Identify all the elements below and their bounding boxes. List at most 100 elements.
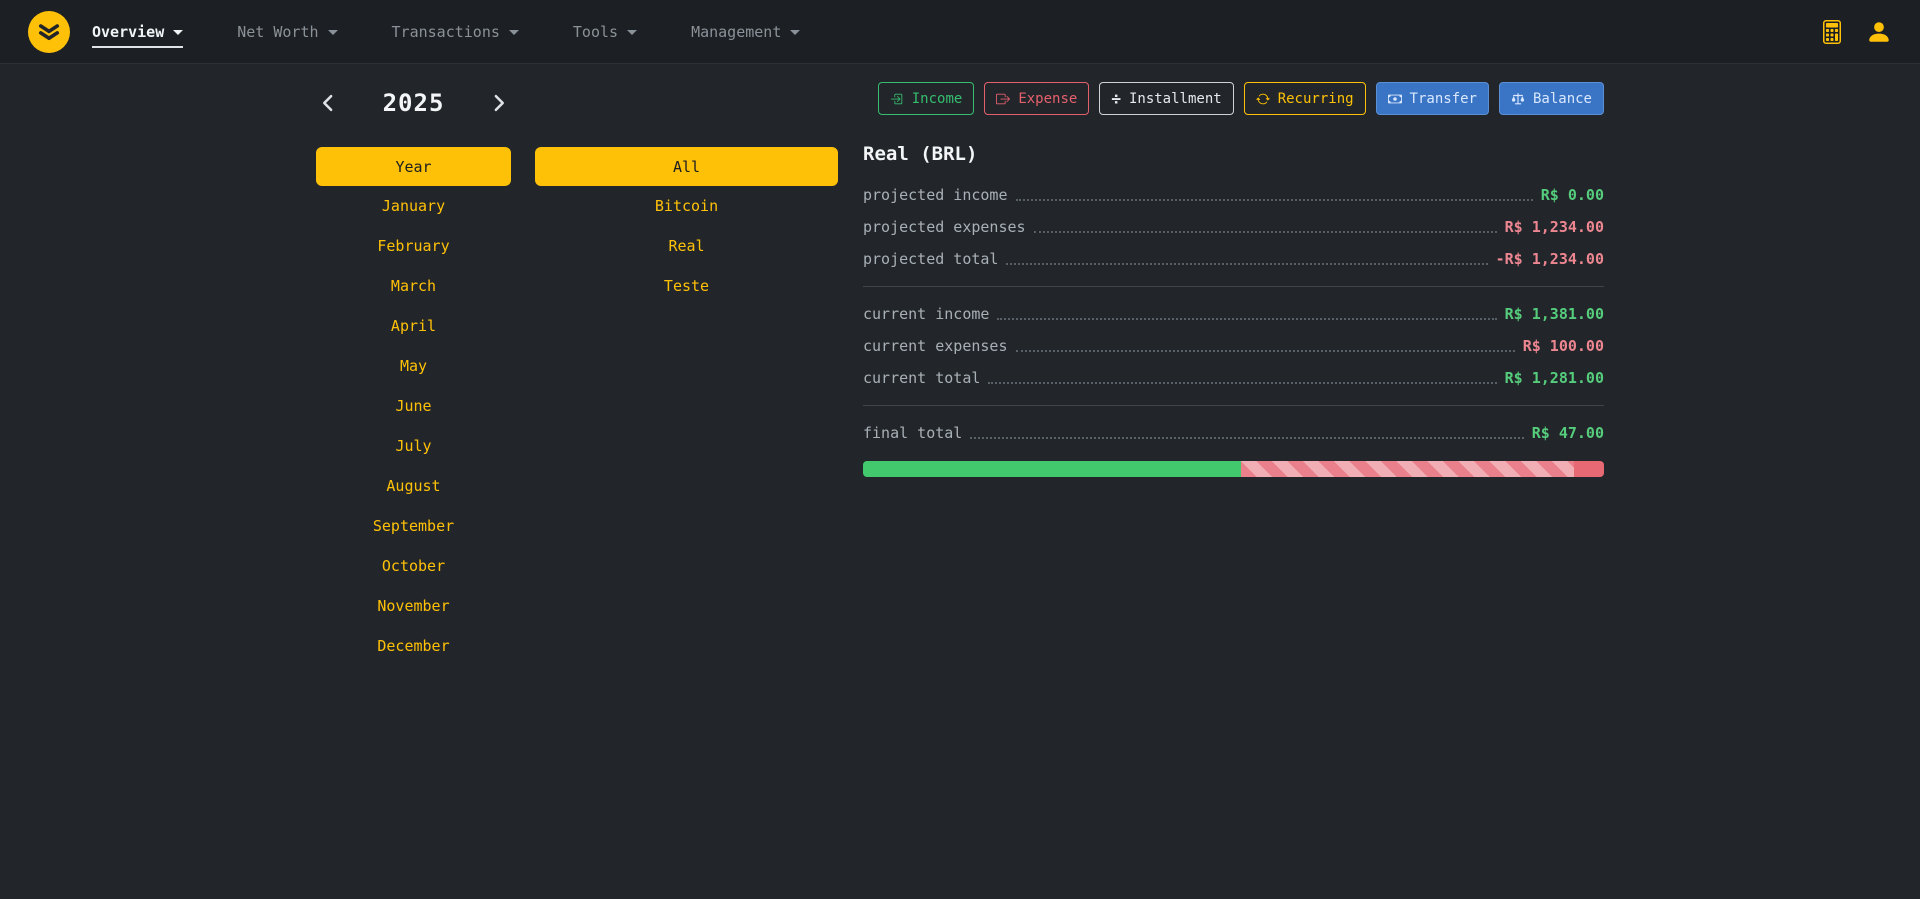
progress-expense-solid-segment bbox=[1574, 461, 1604, 477]
caret-down-icon bbox=[173, 30, 183, 35]
account-link-teste[interactable]: Teste bbox=[535, 266, 838, 306]
month-link-december[interactable]: December bbox=[316, 626, 511, 666]
nav-item-label: Overview bbox=[92, 23, 164, 41]
dotted-leader bbox=[988, 382, 1496, 384]
summary-label: current total bbox=[863, 369, 980, 387]
summary-value: R$ 100.00 bbox=[1523, 337, 1604, 355]
filter-expense-button[interactable]: Expense bbox=[984, 82, 1089, 115]
month-link-june[interactable]: June bbox=[316, 386, 511, 426]
caret-down-icon bbox=[627, 30, 637, 35]
caret-down-icon bbox=[790, 30, 800, 35]
period-account-selector: 2025 Year January February March April M… bbox=[316, 82, 838, 666]
arrow-repeat-icon bbox=[1256, 92, 1270, 106]
dotted-leader bbox=[997, 318, 1496, 320]
caret-down-icon bbox=[509, 30, 519, 35]
summary-row-final-total: final total R$ 47.00 bbox=[863, 417, 1604, 449]
nav-item-transactions[interactable]: Transactions bbox=[392, 23, 519, 41]
calculator-button[interactable] bbox=[1820, 20, 1844, 44]
month-link-april[interactable]: April bbox=[316, 306, 511, 346]
summary-panel: Income Expense ÷ Installment bbox=[863, 82, 1604, 666]
filter-label: Recurring bbox=[1278, 91, 1354, 107]
month-link-august[interactable]: August bbox=[316, 466, 511, 506]
summary-label: projected expenses bbox=[863, 218, 1026, 236]
top-navbar: Overview Net Worth Transactions Tools Ma… bbox=[0, 0, 1920, 64]
filter-label: Installment bbox=[1129, 91, 1222, 107]
progress-income-segment bbox=[863, 461, 1241, 477]
summary-value: R$ 1,234.00 bbox=[1505, 218, 1604, 236]
summary-label: current income bbox=[863, 305, 989, 323]
summary-row-current-expenses: current expenses R$ 100.00 bbox=[863, 330, 1604, 362]
summary-row-projected-expenses: projected expenses R$ 1,234.00 bbox=[863, 211, 1604, 243]
account-link-bitcoin[interactable]: Bitcoin bbox=[535, 186, 838, 226]
double-chevron-down-icon bbox=[37, 20, 61, 44]
month-link-october[interactable]: October bbox=[316, 546, 511, 586]
income-expense-progress-bar bbox=[863, 461, 1604, 477]
month-link-march[interactable]: March bbox=[316, 266, 511, 306]
divide-icon: ÷ bbox=[1111, 91, 1121, 107]
brand-logo[interactable] bbox=[28, 11, 70, 53]
section-divider bbox=[863, 286, 1604, 287]
nav-item-label: Net Worth bbox=[237, 23, 318, 41]
chevron-right-icon bbox=[489, 93, 509, 113]
summary-row-current-total: current total R$ 1,281.00 bbox=[863, 362, 1604, 394]
filter-balance-button[interactable]: Balance bbox=[1499, 82, 1604, 115]
summary-label: final total bbox=[863, 424, 962, 442]
summary-row-current-income: current income R$ 1,381.00 bbox=[863, 298, 1604, 330]
nav-item-management[interactable]: Management bbox=[691, 23, 800, 41]
year-label: 2025 bbox=[383, 89, 445, 117]
user-profile-button[interactable] bbox=[1866, 19, 1892, 45]
year-button[interactable]: Year bbox=[316, 147, 511, 186]
summary-title: Real (BRL) bbox=[863, 143, 1604, 165]
filter-installment-button[interactable]: ÷ Installment bbox=[1099, 82, 1233, 115]
navbar-right bbox=[1820, 19, 1892, 45]
main-nav: Overview Net Worth Transactions Tools Ma… bbox=[92, 23, 1820, 41]
nav-item-label: Tools bbox=[573, 23, 618, 41]
month-link-september[interactable]: September bbox=[316, 506, 511, 546]
summary-value: R$ 1,281.00 bbox=[1505, 369, 1604, 387]
balance-scale-icon bbox=[1511, 92, 1525, 106]
summary-value: -R$ 1,234.00 bbox=[1496, 250, 1604, 268]
account-link-real[interactable]: Real bbox=[535, 226, 838, 266]
transaction-filter-row: Income Expense ÷ Installment bbox=[863, 82, 1604, 115]
filter-income-button[interactable]: Income bbox=[878, 82, 975, 115]
person-icon bbox=[1866, 19, 1892, 45]
dotted-leader bbox=[1016, 199, 1533, 201]
previous-year-button[interactable] bbox=[318, 93, 338, 113]
cash-icon bbox=[1388, 92, 1402, 106]
month-link-november[interactable]: November bbox=[316, 586, 511, 626]
caret-down-icon bbox=[328, 30, 338, 35]
month-column: Year January February March April May Ju… bbox=[316, 147, 511, 666]
main-content: 2025 Year January February March April M… bbox=[316, 64, 1604, 666]
filter-label: Expense bbox=[1018, 91, 1077, 107]
dotted-leader bbox=[1034, 231, 1497, 233]
section-divider bbox=[863, 405, 1604, 406]
month-link-january[interactable]: January bbox=[316, 186, 511, 226]
calculator-icon bbox=[1820, 20, 1844, 44]
box-arrow-right-icon bbox=[996, 92, 1010, 106]
next-year-button[interactable] bbox=[489, 93, 509, 113]
box-arrow-in-right-icon bbox=[890, 92, 904, 106]
summary-value: R$ 0.00 bbox=[1541, 186, 1604, 204]
filter-label: Balance bbox=[1533, 91, 1592, 107]
year-navigator: 2025 bbox=[316, 82, 511, 124]
dotted-leader bbox=[970, 437, 1523, 439]
nav-item-net-worth[interactable]: Net Worth bbox=[237, 23, 337, 41]
nav-item-overview[interactable]: Overview bbox=[92, 23, 183, 48]
app-root: Overview Net Worth Transactions Tools Ma… bbox=[0, 0, 1920, 899]
all-accounts-button[interactable]: All bbox=[535, 147, 838, 186]
selector-columns: Year January February March April May Ju… bbox=[316, 147, 838, 666]
filter-recurring-button[interactable]: Recurring bbox=[1244, 82, 1366, 115]
progress-expense-striped-segment bbox=[1241, 461, 1574, 477]
nav-item-tools[interactable]: Tools bbox=[573, 23, 637, 41]
summary-label: current expenses bbox=[863, 337, 1008, 355]
account-column: All Bitcoin Real Teste bbox=[535, 147, 838, 666]
month-link-february[interactable]: February bbox=[316, 226, 511, 266]
month-link-july[interactable]: July bbox=[316, 426, 511, 466]
filter-transfer-button[interactable]: Transfer bbox=[1376, 82, 1489, 115]
chevron-left-icon bbox=[318, 93, 338, 113]
summary-label: projected total bbox=[863, 250, 998, 268]
summary-label: projected income bbox=[863, 186, 1008, 204]
nav-item-label: Transactions bbox=[392, 23, 500, 41]
summary-row-projected-income: projected income R$ 0.00 bbox=[863, 179, 1604, 211]
month-link-may[interactable]: May bbox=[316, 346, 511, 386]
